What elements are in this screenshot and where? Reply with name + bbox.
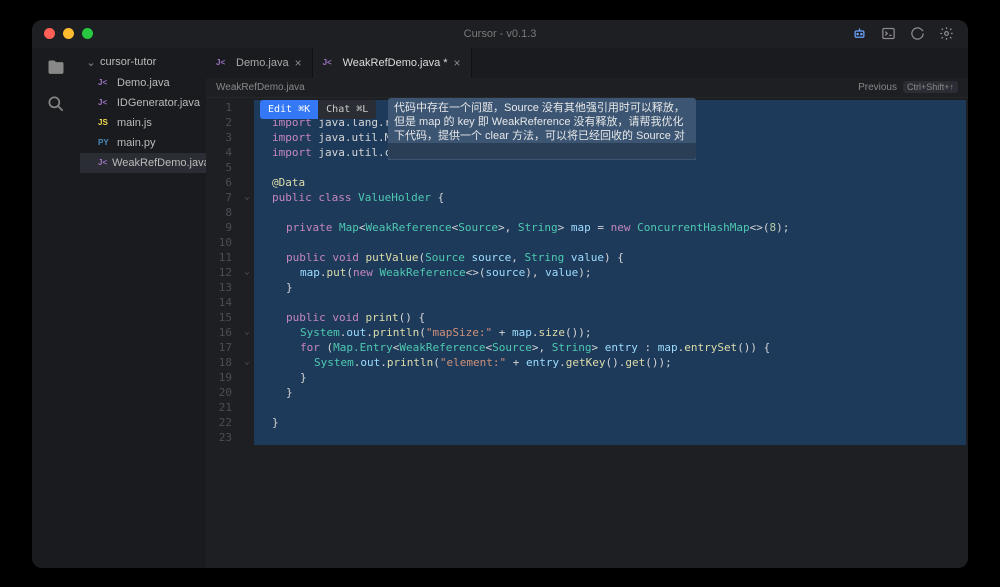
settings-icon[interactable] <box>939 26 954 41</box>
window-title: Cursor - v0.1.3 <box>464 28 537 40</box>
code-line[interactable]: map.put(new WeakReference<>(source), val… <box>254 265 968 280</box>
file-label: WeakRefDemo.java <box>112 155 210 171</box>
fold-gutter[interactable]: ⌄⌄⌄⌄ <box>240 98 254 568</box>
file-type-icon: J< <box>98 155 107 171</box>
code-line[interactable]: System.out.println("mapSize:" + map.size… <box>254 325 968 340</box>
file-label: main.py <box>117 135 156 151</box>
code-line[interactable] <box>254 295 968 310</box>
code-line[interactable]: for (Map.Entry<WeakReference<Source>, St… <box>254 340 968 355</box>
tab-Demojava[interactable]: J< Demo.java × <box>206 48 313 78</box>
file-type-icon: J< <box>323 58 337 67</box>
sidebar: ⌄ cursor-tutor J< Demo.java J< IDGenerator.… <box>80 48 206 568</box>
line-gutter: 1234567891011121314151617181920212223 <box>206 98 240 568</box>
robot-icon[interactable] <box>852 26 867 41</box>
file-label: IDGenerator.java <box>117 95 200 111</box>
code-line[interactable] <box>254 205 968 220</box>
tab-label: WeakRefDemo.java * <box>343 57 448 69</box>
traffic-lights <box>32 28 93 39</box>
close-icon[interactable]: × <box>454 56 461 70</box>
file-type-icon: J< <box>98 75 112 91</box>
file-label: main.js <box>117 115 152 131</box>
chat-input[interactable] <box>388 143 696 159</box>
code-line[interactable]: } <box>254 415 968 430</box>
chevron-down-icon: ⌄ <box>86 56 96 69</box>
titlebar: Cursor - v0.1.3 <box>32 20 968 48</box>
tab-label: Demo.java <box>236 57 289 69</box>
files-icon[interactable] <box>46 58 66 78</box>
editor[interactable]: 1234567891011121314151617181920212223 ⌄⌄… <box>206 98 968 568</box>
code-area[interactable]: Edit ⌘K Chat ⌘L 代码中存在一个问题，Source 没有其他强引用… <box>254 98 968 568</box>
code-line[interactable] <box>254 235 968 250</box>
code-line[interactable] <box>254 400 968 415</box>
folder-name: cursor-tutor <box>100 56 156 68</box>
code-line[interactable] <box>254 160 968 175</box>
code-line[interactable]: public class ValueHolder { <box>254 190 968 205</box>
file-label: Demo.java <box>117 75 170 91</box>
code-line[interactable]: public void print() { <box>254 310 968 325</box>
shortcut-badge: Ctrl+Shift+↑ <box>903 81 958 93</box>
app-body: ⌄ cursor-tutor J< Demo.java J< IDGenerator.… <box>32 48 968 568</box>
sidebar-file-IDGenerator-java[interactable]: J< IDGenerator.java <box>80 93 206 113</box>
code-line[interactable]: } <box>254 280 968 295</box>
sidebar-file-main-py[interactable]: PY main.py <box>80 133 206 153</box>
window-maximize-button[interactable] <box>82 28 93 39</box>
activitybar <box>32 48 80 568</box>
sidebar-file-Demo-java[interactable]: J< Demo.java <box>80 73 206 93</box>
folder-header[interactable]: ⌄ cursor-tutor <box>80 54 206 73</box>
file-type-icon: JS <box>98 115 112 131</box>
code-line[interactable]: private Map<WeakReference<Source>, Strin… <box>254 220 968 235</box>
breadcrumb[interactable]: WeakRefDemo.java <box>216 82 305 93</box>
code-line[interactable]: public void putValue(Source source, Stri… <box>254 250 968 265</box>
file-type-icon: J< <box>98 95 112 111</box>
close-icon[interactable]: × <box>295 56 302 70</box>
window-minimize-button[interactable] <box>63 28 74 39</box>
sidebar-file-WeakRefDemo-java[interactable]: J<WeakRefDemo.java <box>80 153 206 173</box>
chat-button[interactable]: Chat ⌘L <box>318 100 376 119</box>
window-close-button[interactable] <box>44 28 55 39</box>
refresh-icon[interactable] <box>910 26 925 41</box>
inline-chat-widget: Edit ⌘K Chat ⌘L <box>260 100 376 119</box>
terminal-icon[interactable] <box>881 26 896 41</box>
code-line[interactable]: } <box>254 370 968 385</box>
editor-main: J< Demo.java × J< WeakRefDemo.java * × WeakRe… <box>206 48 968 568</box>
sidebar-file-main-js[interactable]: JS main.js <box>80 113 206 133</box>
code-line[interactable]: } <box>254 385 968 400</box>
code-line[interactable]: @Data <box>254 175 968 190</box>
tab-WeakRefDemojava[interactable]: J< WeakRefDemo.java * × <box>313 48 472 78</box>
breadcrumb-bar: WeakRefDemo.java Previous Ctrl+Shift+↑ <box>206 78 968 98</box>
edit-button[interactable]: Edit ⌘K <box>260 100 318 119</box>
search-icon[interactable] <box>46 94 66 114</box>
tab-bar: J< Demo.java × J< WeakRefDemo.java * × <box>206 48 968 78</box>
code-line[interactable] <box>254 430 968 445</box>
app-window: Cursor - v0.1.3 ⌄ cursor-tutor J< Demo.ja… <box>32 20 968 568</box>
file-type-icon: PY <box>98 135 112 151</box>
code-line[interactable]: System.out.println("element:" + entry.ge… <box>254 355 968 370</box>
previous-label[interactable]: Previous <box>858 82 897 93</box>
file-type-icon: J< <box>216 58 230 67</box>
titlebar-actions <box>852 26 968 41</box>
